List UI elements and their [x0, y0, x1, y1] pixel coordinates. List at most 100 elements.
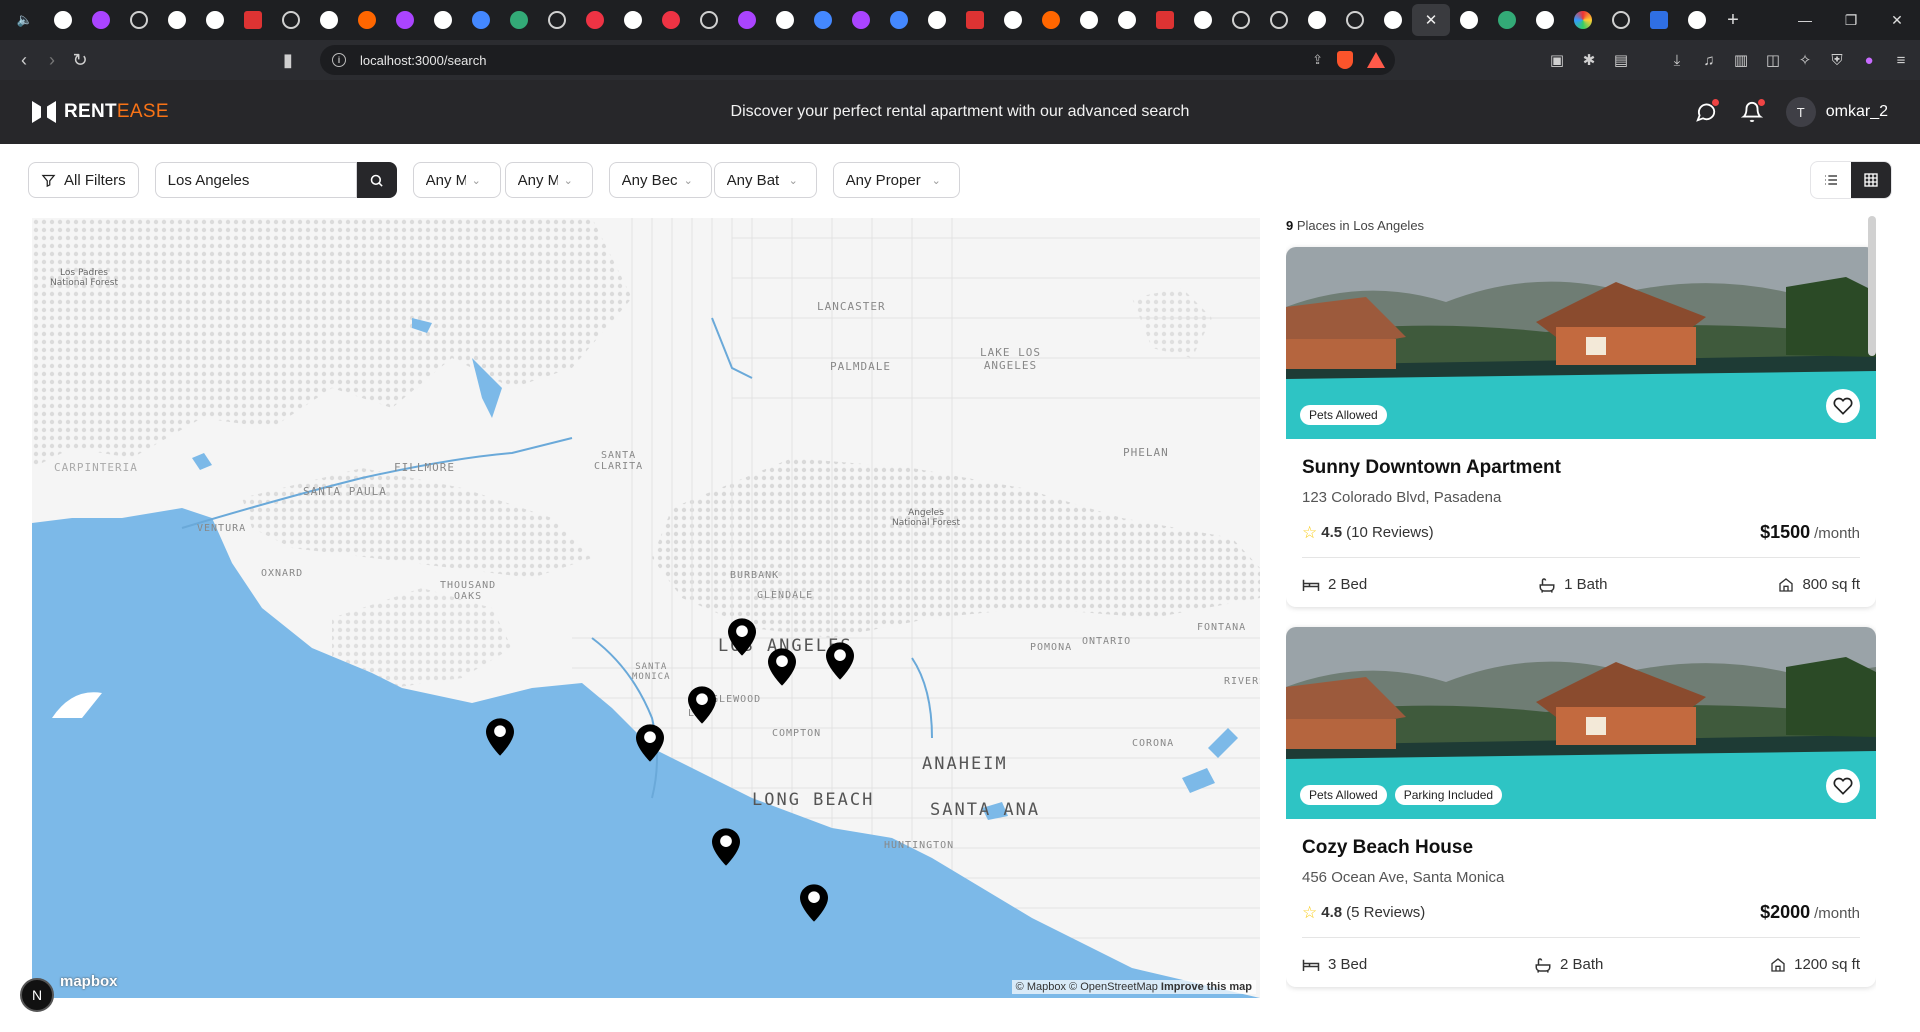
close-window-icon[interactable]: ✕	[1874, 0, 1920, 40]
property-type-select[interactable]: Any Proper ⌄	[832, 162, 960, 198]
back-icon[interactable]: ‹	[10, 46, 38, 74]
search-button[interactable]	[356, 162, 397, 198]
tab[interactable]	[424, 4, 462, 36]
tab[interactable]	[1526, 4, 1564, 36]
listing-pin-icon[interactable]	[800, 884, 828, 922]
tab[interactable]	[538, 4, 576, 36]
tab[interactable]	[120, 4, 158, 36]
price-min-select[interactable]: Any M ⌄	[412, 162, 501, 198]
tab[interactable]	[82, 4, 120, 36]
logo[interactable]: RENTEASE	[32, 101, 169, 123]
tab[interactable]	[196, 4, 234, 36]
tab[interactable]	[880, 4, 918, 36]
grid-view-icon[interactable]	[1851, 162, 1891, 198]
tab[interactable]	[956, 4, 994, 36]
map[interactable]: Los Padres National Forest LANCASTER PAL…	[32, 218, 1260, 998]
tab[interactable]	[272, 4, 310, 36]
menu-icon[interactable]: ≡	[1892, 52, 1910, 69]
list-view-icon[interactable]	[1811, 162, 1851, 198]
tab-github[interactable]	[310, 4, 348, 36]
listing-card[interactable]: Pets Allowed Sunny Downtown Apartment 12…	[1286, 247, 1876, 607]
brave-rewards-icon[interactable]	[1367, 52, 1385, 68]
tab[interactable]	[1602, 4, 1640, 36]
tab[interactable]	[1260, 4, 1298, 36]
map-canvas[interactable]	[32, 218, 1260, 998]
all-filters-button[interactable]: All Filters	[28, 162, 139, 198]
notifications-bell-icon[interactable]	[1740, 99, 1765, 124]
tab-google[interactable]	[1070, 4, 1108, 36]
address-bar[interactable]: i localhost:3000/search ⇪	[320, 45, 1395, 75]
listing-image[interactable]: Pets Allowed	[1286, 247, 1876, 439]
vpn-icon[interactable]: ⛨	[1828, 52, 1846, 69]
improve-map-link[interactable]: Improve this map	[1161, 981, 1252, 993]
leo-icon[interactable]: ✧	[1796, 51, 1814, 69]
tab-github[interactable]	[1298, 4, 1336, 36]
tab[interactable]	[728, 4, 766, 36]
maximize-icon[interactable]: ❐	[1828, 0, 1874, 40]
puzzle-icon[interactable]: ✱	[1580, 51, 1598, 69]
tab[interactable]	[500, 4, 538, 36]
tab[interactable]	[1374, 4, 1412, 36]
tab-youtube[interactable]	[1146, 4, 1184, 36]
tab[interactable]	[462, 4, 500, 36]
music-icon[interactable]: ♫	[1700, 52, 1718, 69]
listing-pin-icon[interactable]	[826, 642, 854, 680]
tab[interactable]	[1488, 4, 1526, 36]
listing-image[interactable]: Pets Allowed Parking Included	[1286, 627, 1876, 819]
reader-icon[interactable]: ▤	[1612, 51, 1630, 69]
tab-github[interactable]	[44, 4, 82, 36]
mapbox-logo[interactable]: mapbox	[60, 973, 118, 990]
forward-icon[interactable]: ›	[38, 46, 66, 74]
tab[interactable]	[918, 4, 956, 36]
avatar[interactable]: T	[1785, 97, 1816, 127]
info-icon[interactable]: i	[332, 53, 346, 67]
username[interactable]: omkar_2	[1826, 103, 1888, 121]
tab[interactable]	[842, 4, 880, 36]
tab-active-close[interactable]: ✕	[1412, 4, 1450, 36]
tab[interactable]	[994, 4, 1032, 36]
tab[interactable]	[766, 4, 804, 36]
attribution-mapbox[interactable]: © Mapbox	[1016, 981, 1066, 993]
tab[interactable]	[1032, 4, 1070, 36]
results-scrollbar[interactable]	[1868, 216, 1876, 356]
beds-select[interactable]: Any Bec ⌄	[608, 162, 712, 198]
listing-pin-icon[interactable]	[636, 724, 664, 762]
location-search-input[interactable]: Los Angeles	[154, 162, 357, 198]
tab[interactable]	[1222, 4, 1260, 36]
tab[interactable]	[804, 4, 842, 36]
tab-audio[interactable]: 🔈	[6, 4, 44, 36]
listing-pin-icon[interactable]	[768, 648, 796, 686]
tab-github[interactable]	[1184, 4, 1222, 36]
nextjs-devtools-badge[interactable]: N	[20, 978, 54, 1012]
sidebar-icon[interactable]: ▥	[1732, 51, 1750, 69]
close-icon[interactable]: ✕	[1425, 11, 1438, 29]
url-text[interactable]: localhost:3000/search	[360, 53, 486, 68]
tab[interactable]	[690, 4, 728, 36]
tab[interactable]	[652, 4, 690, 36]
bookmark-icon[interactable]: ▮	[274, 46, 302, 74]
tab-youtube[interactable]	[234, 4, 272, 36]
minimize-icon[interactable]: —	[1782, 0, 1828, 40]
download-icon[interactable]: ⤓	[1668, 52, 1686, 69]
tab[interactable]	[158, 4, 196, 36]
listing-title[interactable]: Sunny Downtown Apartment	[1302, 457, 1860, 479]
tab[interactable]	[1678, 4, 1716, 36]
tab[interactable]	[614, 4, 652, 36]
favorite-heart-icon[interactable]	[1826, 389, 1860, 423]
screenshot-icon[interactable]: ▣	[1548, 51, 1566, 69]
profile-icon[interactable]: ●	[1860, 52, 1878, 69]
brave-shield-icon[interactable]	[1337, 51, 1353, 69]
listing-pin-icon[interactable]	[486, 718, 514, 756]
listing-pin-icon[interactable]	[728, 618, 756, 656]
tab[interactable]	[1336, 4, 1374, 36]
listing-pin-icon[interactable]	[688, 686, 716, 724]
user-menu[interactable]: T omkar_2	[1785, 97, 1888, 127]
tab[interactable]	[348, 4, 386, 36]
reload-icon[interactable]: ↻	[66, 46, 94, 74]
listing-pin-icon[interactable]	[712, 828, 740, 866]
wallet-icon[interactable]: ◫	[1764, 51, 1782, 69]
tab[interactable]	[1450, 4, 1488, 36]
listing-title[interactable]: Cozy Beach House	[1302, 837, 1860, 859]
favorite-heart-icon[interactable]	[1826, 769, 1860, 803]
tab-github[interactable]	[1108, 4, 1146, 36]
